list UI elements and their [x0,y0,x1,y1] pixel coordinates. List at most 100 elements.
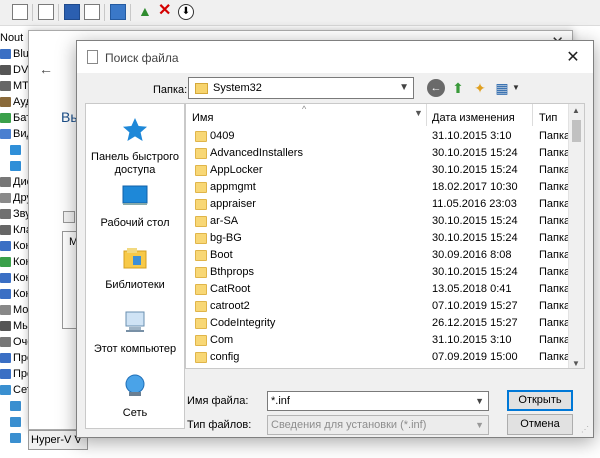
tree-item[interactable]: Мо [0,302,30,318]
file-row[interactable]: CodeIntegrity 26.12.2015 15:27 Папка [186,315,571,332]
file-row[interactable]: Configuration 30.10.2015 15:24 Папка [186,366,568,368]
tree-item[interactable]: Оче [0,334,30,350]
column-header-date[interactable]: Дата изменения [432,108,515,128]
column-divider[interactable] [426,104,427,126]
file-row[interactable]: appmgmt 18.02.2017 10:30 Папка [186,179,570,196]
tree-item[interactable]: Ауд [0,94,30,110]
tree-item[interactable]: Мы [0,318,30,334]
tree-item[interactable]: DVD [0,62,30,78]
scan-hardware-icon[interactable] [110,4,126,20]
file-type: Папка [539,317,571,329]
up-folder-icon[interactable]: ⬆ [449,79,467,97]
properties-icon[interactable] [12,4,28,20]
device-icon [0,369,11,379]
place-desktop[interactable]: Рабочий стол [86,182,184,230]
file-type: Папка [539,215,571,227]
tree-item[interactable]: MT [0,78,30,94]
file-row[interactable]: Com 31.10.2015 3:10 Папка [186,332,570,349]
help-icon[interactable] [64,4,80,20]
file-row[interactable]: CatRoot 13.05.2018 0:41 Папка [186,281,570,298]
uninstall-icon[interactable]: ✕ [158,3,174,20]
column-header-type[interactable]: Тип [539,108,557,128]
chevron-down-icon[interactable]: ▼ [399,82,409,93]
tree-item[interactable]: Зву [0,206,30,222]
file-row[interactable]: 0409 31.10.2015 3:10 Папка [186,128,570,145]
tree-item[interactable]: Кон [0,254,30,270]
device-icon [10,145,21,155]
folder-select[interactable]: System32 ▼ [188,77,414,99]
file-row[interactable]: catroot2 07.10.2019 15:27 Папка [186,298,571,315]
folder-label: Папка: [153,84,188,96]
new-folder-icon[interactable]: ✦ [471,79,489,97]
cancel-button[interactable]: Отмена [507,414,573,435]
chevron-down-icon[interactable]: ▼ [475,392,484,410]
vertical-scrollbar[interactable]: ▲ ▼ [568,104,584,368]
file-row[interactable]: config 07.09.2019 15:00 Папка [186,349,570,366]
place-libraries[interactable]: Библиотеки [86,244,184,292]
tree-item[interactable]: Кон [0,270,30,286]
file-date: 30.10.2015 15:24 [432,232,518,244]
chevron-down-icon[interactable]: ▼ [414,108,423,118]
filename-input[interactable]: *.inf ▼ [267,391,489,411]
file-row[interactable]: ar-SA 30.10.2015 15:24 Папка [186,213,571,230]
view-icon[interactable] [84,4,100,20]
file-row[interactable]: Boot 30.09.2016 8:08 Папка [186,247,570,264]
device-icon [0,321,11,331]
tree-item[interactable] [0,398,30,414]
back-arrow-icon[interactable]: ← [39,61,53,77]
file-date: 26.12.2015 15:27 [432,317,518,329]
device-icon [0,49,11,59]
file-type: Папка [539,266,571,278]
folder-icon [195,284,207,295]
file-type: Папка [539,300,571,312]
tree-item[interactable]: Дис [0,174,30,190]
file-row[interactable]: bg-BG 30.10.2015 15:24 Папка [186,230,570,247]
file-type: Папка [539,198,571,210]
tree-item[interactable] [0,158,30,174]
tree-item[interactable]: Кла [0,222,30,238]
file-name: Configuration [210,366,275,368]
tree-item[interactable]: Бат [0,110,30,126]
file-date: 13.05.2018 0:41 [432,283,512,295]
update-driver-icon[interactable]: ▲ [138,4,154,20]
file-row[interactable]: Bthprops 30.10.2015 15:24 Папка [186,264,571,281]
disable-device-icon[interactable]: ⬇ [178,4,194,20]
tree-item[interactable]: Дру [0,190,30,206]
tree-item[interactable] [0,414,30,430]
tree-item[interactable] [0,142,30,158]
filename-label: Имя файла: [187,395,249,407]
open-button[interactable]: Открыть [507,390,573,411]
resize-grip-icon[interactable]: ⋰ [581,425,591,435]
filetype-select[interactable]: Сведения для установки (*.inf) ▼ [267,415,489,435]
scrollbar-thumb[interactable] [572,120,581,142]
back-icon[interactable]: ← [427,79,445,97]
chevron-down-icon[interactable]: ▼ [507,79,525,97]
file-row[interactable]: appraiser 11.05.2016 23:03 Папка [186,196,571,213]
scroll-down-icon[interactable]: ▼ [572,359,580,368]
place-label: Этот компьютер [93,343,177,355]
column-divider[interactable] [532,104,533,126]
tree-item[interactable]: Сет [0,382,30,398]
file-row[interactable]: AppLocker 30.10.2015 15:24 Папка [186,162,570,179]
close-icon[interactable]: ✕ [563,47,583,67]
tree-root-computer[interactable]: Nout [0,30,30,46]
tree-item[interactable] [0,430,30,446]
place-this-pc[interactable]: Этот компьютер [86,308,184,356]
tree-item[interactable]: Про [0,366,30,382]
tree-item[interactable]: Кон [0,286,30,302]
tree-item-label: MT [13,80,29,92]
file-date: 11.05.2016 23:03 [432,198,517,210]
tree-item[interactable]: Вид [0,126,30,142]
device-icon [0,65,11,75]
file-row[interactable]: AdvancedInstallers 30.10.2015 15:24 Папка [186,145,570,162]
folder-icon [195,216,207,227]
tree-item[interactable]: Про [0,350,30,366]
list-icon[interactable] [38,4,54,20]
tree-item[interactable]: Blu [0,46,30,62]
tree-item[interactable]: Кон [0,238,30,254]
place-network[interactable]: Сеть [86,372,184,420]
place-quick-access[interactable]: Панель быстрого доступа [86,116,184,177]
checkbox[interactable] [63,211,75,223]
scroll-up-icon[interactable]: ▲ [572,106,580,115]
column-header-name[interactable]: Имя [192,108,213,128]
